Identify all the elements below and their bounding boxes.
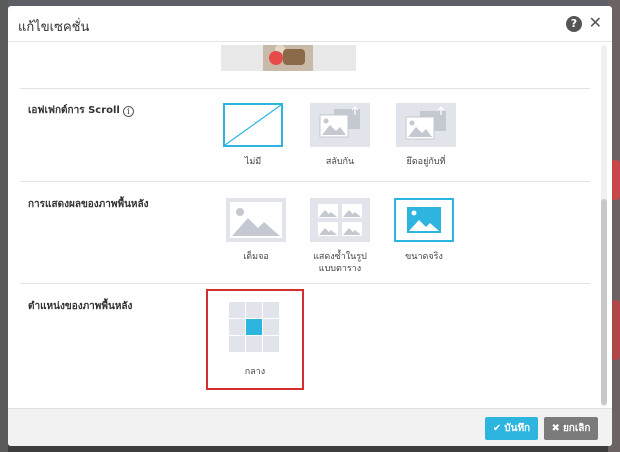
- divider: [20, 88, 590, 89]
- dialog-header: แก้ไขเซคชั่น ? ✕: [8, 6, 612, 42]
- tile-images-icon[interactable]: [310, 198, 370, 242]
- position-bottom-left[interactable]: [229, 336, 245, 352]
- close-icon[interactable]: ✕: [589, 14, 602, 32]
- display-option-fill-label: เต็มจอ: [243, 252, 269, 262]
- dialog-scrollbar[interactable]: [601, 45, 607, 407]
- position-bottom-center[interactable]: [246, 336, 262, 352]
- section-background-preview: [221, 45, 356, 71]
- question-circle-icon[interactable]: ?: [566, 16, 582, 32]
- diagonal-line-icon[interactable]: [223, 103, 283, 147]
- fill-image-icon[interactable]: [226, 198, 286, 242]
- scroll-option-fixed-label: ยึดอยู่กับที่: [406, 157, 446, 167]
- background-position-highlight: กลาง: [206, 289, 304, 390]
- dialog-body: เอฟเฟกต์การ Scroll i ไม่มี สลับกัน ยึดอย…: [8, 43, 612, 409]
- dialog-footer: ✔ บันทึก ✖ ยกเลิก: [8, 408, 612, 446]
- position-top-left[interactable]: [229, 302, 245, 318]
- preview-photo: [263, 45, 313, 71]
- cancel-button[interactable]: ✖ ยกเลิก: [544, 417, 598, 440]
- background-position-label: ตำแหน่งของภาพพื้นหลัง: [28, 301, 133, 312]
- scroll-option-none-label: ไม่มี: [244, 157, 262, 167]
- divider: [20, 283, 590, 284]
- position-bottom-right[interactable]: [263, 336, 279, 352]
- parallax-images-icon[interactable]: [310, 103, 370, 147]
- actual-size-image-icon[interactable]: [394, 198, 454, 242]
- x-icon: ✖: [551, 423, 560, 434]
- display-option-tile-label: แสดงซ้ำในรูป แบบตาราง: [313, 252, 367, 274]
- check-icon: ✔: [492, 423, 502, 434]
- divider: [20, 181, 590, 182]
- display-option-actual-size-label: ขนาดจริง: [405, 252, 443, 262]
- position-top-center[interactable]: [246, 302, 262, 318]
- scroll-effect-label: เอฟเฟกต์การ Scroll i: [28, 103, 134, 118]
- position-middle-right[interactable]: [263, 319, 279, 335]
- page-background-left: [0, 0, 8, 452]
- save-button[interactable]: ✔ บันทึก: [485, 417, 538, 440]
- fixed-images-icon[interactable]: [396, 103, 456, 147]
- position-center[interactable]: [246, 319, 262, 335]
- position-middle-left[interactable]: [229, 319, 245, 335]
- scroll-option-parallax-label: สลับกัน: [325, 157, 355, 167]
- info-icon[interactable]: i: [122, 106, 134, 117]
- scrollbar-thumb[interactable]: [601, 199, 607, 405]
- background-display-label: การแสดงผลของภาพพื้นหลัง: [28, 199, 149, 210]
- position-selected-label: กลาง: [244, 367, 266, 377]
- dialog-title: แก้ไขเซคชั่น: [18, 20, 90, 35]
- position-top-right[interactable]: [263, 302, 279, 318]
- edit-section-dialog: แก้ไขเซคชั่น ? ✕ เอฟเฟกต์การ Scroll i ไม่…: [8, 6, 612, 446]
